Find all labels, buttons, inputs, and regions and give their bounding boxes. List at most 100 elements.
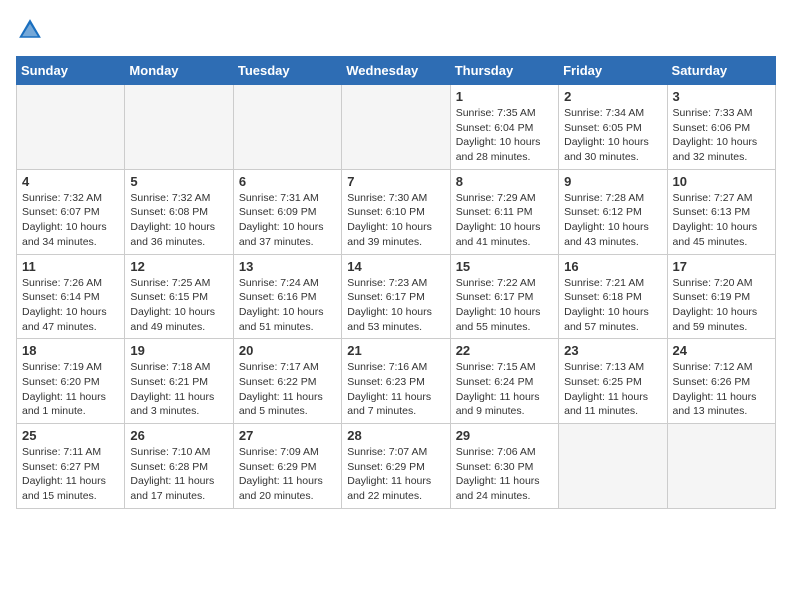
calendar-cell: 5Sunrise: 7:32 AM Sunset: 6:08 PM Daylig… (125, 169, 233, 254)
header-sunday: Sunday (17, 57, 125, 85)
day-info: Sunrise: 7:07 AM Sunset: 6:29 PM Dayligh… (347, 445, 444, 504)
calendar-cell (342, 85, 450, 170)
calendar-cell: 10Sunrise: 7:27 AM Sunset: 6:13 PM Dayli… (667, 169, 775, 254)
calendar-table: SundayMondayTuesdayWednesdayThursdayFrid… (16, 56, 776, 509)
calendar-cell: 13 Sunrise: 7:24 AM Sunset: 6:16 PM Dayli… (233, 254, 341, 339)
day-number: 3 (673, 89, 770, 104)
calendar-cell: 19Sunrise: 7:18 AM Sunset: 6:21 PM Dayli… (125, 339, 233, 424)
day-number: 10 (673, 174, 770, 189)
day-number: 24 (673, 343, 770, 358)
day-number: 17 (673, 259, 770, 274)
calendar-cell: 8 Sunrise: 7:29 AM Sunset: 6:11 PM Daylig… (450, 169, 558, 254)
calendar-cell: 9 Sunrise: 7:28 AM Sunset: 6:12 PM Daylig… (559, 169, 667, 254)
calendar-cell: 20 Sunrise: 7:17 AM Sunset: 6:22 PM Dayli… (233, 339, 341, 424)
week-row-0: 1 Sunrise: 7:35 AM Sunset: 6:04 PM Daylig… (17, 85, 776, 170)
day-info: Sunrise: 7:13 AM Sunset: 6:25 PM Dayligh… (564, 360, 661, 419)
header-saturday: Saturday (667, 57, 775, 85)
day-info: Sunrise: 7:25 AM Sunset: 6:15 PM Dayligh… (130, 276, 227, 335)
calendar-cell (17, 85, 125, 170)
calendar-cell (125, 85, 233, 170)
day-info: Sunrise: 7:24 AM Sunset: 6:16 PM Dayligh… (239, 276, 336, 335)
header-friday: Friday (559, 57, 667, 85)
calendar-cell: 14 Sunrise: 7:23 AM Sunset: 6:17 PM Dayli… (342, 254, 450, 339)
day-number: 7 (347, 174, 444, 189)
week-row-2: 11 Sunrise: 7:26 AM Sunset: 6:14 PM Dayli… (17, 254, 776, 339)
day-number: 19 (130, 343, 227, 358)
day-number: 4 (22, 174, 119, 189)
day-info: Sunrise: 7:23 AM Sunset: 6:17 PM Dayligh… (347, 276, 444, 335)
day-info: Sunrise: 7:31 AM Sunset: 6:09 PM Dayligh… (239, 191, 336, 250)
day-number: 11 (22, 259, 119, 274)
day-info: Sunrise: 7:22 AM Sunset: 6:17 PM Dayligh… (456, 276, 553, 335)
logo-icon (16, 16, 44, 44)
day-number: 12 (130, 259, 227, 274)
calendar-cell: 17 Sunrise: 7:20 AM Sunset: 6:19 PM Dayli… (667, 254, 775, 339)
day-number: 25 (22, 428, 119, 443)
calendar-cell: 11 Sunrise: 7:26 AM Sunset: 6:14 PM Dayli… (17, 254, 125, 339)
calendar-cell: 12 Sunrise: 7:25 AM Sunset: 6:15 PM Dayli… (125, 254, 233, 339)
day-info: Sunrise: 7:10 AM Sunset: 6:28 PM Dayligh… (130, 445, 227, 504)
day-info: Sunrise: 7:34 AM Sunset: 6:05 PM Dayligh… (564, 106, 661, 165)
day-number: 13 (239, 259, 336, 274)
calendar-cell: 23 Sunrise: 7:13 AM Sunset: 6:25 PM Dayli… (559, 339, 667, 424)
day-info: Sunrise: 7:28 AM Sunset: 6:12 PM Dayligh… (564, 191, 661, 250)
day-number: 14 (347, 259, 444, 274)
calendar-cell: 28 Sunrise: 7:07 AM Sunset: 6:29 PM Dayli… (342, 424, 450, 509)
day-info: Sunrise: 7:12 AM Sunset: 6:26 PM Dayligh… (673, 360, 770, 419)
day-info: Sunrise: 7:32 AM Sunset: 6:07 PM Dayligh… (22, 191, 119, 250)
week-row-1: 4 Sunrise: 7:32 AM Sunset: 6:07 PM Daylig… (17, 169, 776, 254)
day-number: 20 (239, 343, 336, 358)
day-number: 28 (347, 428, 444, 443)
calendar-cell: 22Sunrise: 7:15 AM Sunset: 6:24 PM Dayli… (450, 339, 558, 424)
day-number: 9 (564, 174, 661, 189)
day-info: Sunrise: 7:15 AM Sunset: 6:24 PM Dayligh… (456, 360, 553, 419)
header-thursday: Thursday (450, 57, 558, 85)
day-info: Sunrise: 7:32 AM Sunset: 6:08 PM Dayligh… (130, 191, 227, 250)
day-number: 2 (564, 89, 661, 104)
header-tuesday: Tuesday (233, 57, 341, 85)
logo (16, 16, 48, 44)
calendar-cell: 26 Sunrise: 7:10 AM Sunset: 6:28 PM Dayli… (125, 424, 233, 509)
day-info: Sunrise: 7:26 AM Sunset: 6:14 PM Dayligh… (22, 276, 119, 335)
day-number: 23 (564, 343, 661, 358)
day-info: Sunrise: 7:30 AM Sunset: 6:10 PM Dayligh… (347, 191, 444, 250)
day-number: 8 (456, 174, 553, 189)
day-info: Sunrise: 7:17 AM Sunset: 6:22 PM Dayligh… (239, 360, 336, 419)
day-number: 26 (130, 428, 227, 443)
day-info: Sunrise: 7:06 AM Sunset: 6:30 PM Dayligh… (456, 445, 553, 504)
calendar-cell: 24 Sunrise: 7:12 AM Sunset: 6:26 PM Dayli… (667, 339, 775, 424)
calendar-cell (233, 85, 341, 170)
calendar-cell: 1 Sunrise: 7:35 AM Sunset: 6:04 PM Daylig… (450, 85, 558, 170)
calendar-cell: 6 Sunrise: 7:31 AM Sunset: 6:09 PM Daylig… (233, 169, 341, 254)
calendar-cell: 27 Sunrise: 7:09 AM Sunset: 6:29 PM Dayli… (233, 424, 341, 509)
day-number: 15 (456, 259, 553, 274)
calendar-cell: 3 Sunrise: 7:33 AM Sunset: 6:06 PM Daylig… (667, 85, 775, 170)
day-info: Sunrise: 7:20 AM Sunset: 6:19 PM Dayligh… (673, 276, 770, 335)
calendar-cell: 15 Sunrise: 7:22 AM Sunset: 6:17 PM Dayli… (450, 254, 558, 339)
day-info: Sunrise: 7:33 AM Sunset: 6:06 PM Dayligh… (673, 106, 770, 165)
day-info: Sunrise: 7:11 AM Sunset: 6:27 PM Dayligh… (22, 445, 119, 504)
day-info: Sunrise: 7:21 AM Sunset: 6:18 PM Dayligh… (564, 276, 661, 335)
day-info: Sunrise: 7:29 AM Sunset: 6:11 PM Dayligh… (456, 191, 553, 250)
calendar-cell: 7 Sunrise: 7:30 AM Sunset: 6:10 PM Daylig… (342, 169, 450, 254)
day-number: 16 (564, 259, 661, 274)
week-row-3: 18 Sunrise: 7:19 AM Sunset: 6:20 PM Dayli… (17, 339, 776, 424)
day-number: 6 (239, 174, 336, 189)
calendar-cell: 4 Sunrise: 7:32 AM Sunset: 6:07 PM Daylig… (17, 169, 125, 254)
week-row-4: 25 Sunrise: 7:11 AM Sunset: 6:27 PM Dayli… (17, 424, 776, 509)
day-info: Sunrise: 7:19 AM Sunset: 6:20 PM Dayligh… (22, 360, 119, 419)
day-number: 1 (456, 89, 553, 104)
calendar-cell (667, 424, 775, 509)
calendar-cell: 2 Sunrise: 7:34 AM Sunset: 6:05 PM Daylig… (559, 85, 667, 170)
header-monday: Monday (125, 57, 233, 85)
day-info: Sunrise: 7:16 AM Sunset: 6:23 PM Dayligh… (347, 360, 444, 419)
header-wednesday: Wednesday (342, 57, 450, 85)
calendar-cell (559, 424, 667, 509)
day-number: 18 (22, 343, 119, 358)
day-info: Sunrise: 7:09 AM Sunset: 6:29 PM Dayligh… (239, 445, 336, 504)
header-row: SundayMondayTuesdayWednesdayThursdayFrid… (17, 57, 776, 85)
calendar-cell: 29Sunrise: 7:06 AM Sunset: 6:30 PM Dayli… (450, 424, 558, 509)
day-info: Sunrise: 7:35 AM Sunset: 6:04 PM Dayligh… (456, 106, 553, 165)
day-number: 27 (239, 428, 336, 443)
calendar-cell: 21Sunrise: 7:16 AM Sunset: 6:23 PM Dayli… (342, 339, 450, 424)
